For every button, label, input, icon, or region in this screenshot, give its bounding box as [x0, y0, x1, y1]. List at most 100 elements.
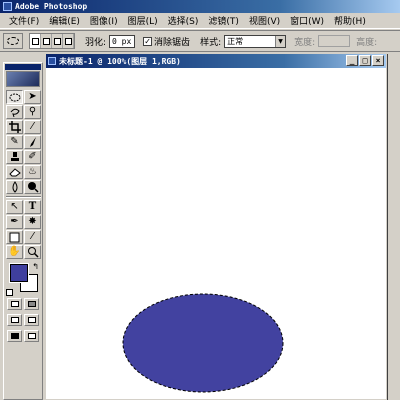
jump-to-imageready-button[interactable]	[24, 330, 39, 342]
type-icon: T	[28, 201, 37, 212]
app-title-bar: Adobe Photoshop	[0, 0, 400, 13]
magic-wand-icon: ⚲	[28, 106, 37, 117]
swap-colors-icon[interactable]: ↰	[32, 262, 39, 271]
zoom-tool[interactable]	[24, 245, 41, 259]
add-selection-icon	[42, 37, 50, 45]
blur-tool[interactable]	[6, 180, 23, 194]
document-window: 未标题-1 @ 100%(图层 1,RGB) _ □ ×	[45, 53, 387, 400]
quick-mask-icon	[27, 301, 36, 307]
custom-shape-tool[interactable]: ✸	[24, 215, 41, 229]
healing-brush-tool[interactable]: ✎	[6, 135, 23, 149]
full-screen-menu-icon	[27, 317, 36, 323]
standard-mode-icon	[10, 301, 19, 307]
default-colors-icon[interactable]	[6, 289, 13, 296]
chevron-down-icon: ▼	[275, 35, 286, 47]
clone-stamp-tool[interactable]	[6, 150, 23, 164]
history-brush-tool[interactable]: ✐	[24, 150, 41, 164]
move-arrow-icon: ➤	[28, 91, 37, 102]
tool-preset-picker[interactable]	[3, 33, 23, 49]
eyedropper-tool[interactable]: ⁄	[24, 230, 41, 244]
menu-help[interactable]: 帮助(H)	[329, 14, 371, 27]
note-icon	[9, 232, 20, 242]
style-select-value: 正常	[227, 36, 244, 46]
eyedropper-icon: ⁄	[31, 231, 34, 242]
brush-tool[interactable]	[24, 135, 41, 149]
menu-select[interactable]: 选择(S)	[163, 14, 204, 27]
pen-tool[interactable]: ✒	[6, 215, 23, 229]
notes-tool[interactable]	[6, 230, 23, 244]
standard-mode-button[interactable]	[7, 298, 22, 310]
menu-image[interactable]: 图像(I)	[85, 14, 123, 27]
antialias-checkbox[interactable]: ✓	[143, 36, 153, 46]
selection-mode-group	[29, 33, 75, 49]
menu-file[interactable]: 文件(F)	[4, 14, 44, 27]
paint-bucket-icon: ♨	[28, 166, 37, 177]
image-canvas[interactable]	[46, 68, 386, 399]
height-label: 高度:	[356, 37, 378, 48]
elliptical-marquee-tool[interactable]	[6, 90, 23, 104]
feather-input[interactable]: 0 px	[109, 34, 136, 48]
slice-knife-icon: ⁄	[31, 121, 34, 132]
standard-screen-button[interactable]	[7, 314, 22, 326]
style-select[interactable]: 正常 ▼	[224, 34, 287, 48]
full-screen-menu-button[interactable]	[24, 314, 39, 326]
style-label: 样式:	[200, 37, 222, 48]
feather-label: 羽化:	[85, 37, 107, 48]
intersect-selection-button[interactable]	[63, 34, 74, 48]
subtract-selection-button[interactable]	[52, 34, 63, 48]
crop-tool[interactable]	[6, 120, 23, 134]
imageready-icon	[27, 333, 36, 339]
add-to-selection-button[interactable]	[41, 34, 52, 48]
quick-mask-button[interactable]	[24, 298, 39, 310]
eraser-tool[interactable]	[6, 165, 23, 179]
hand-tool[interactable]: ✋	[6, 245, 23, 259]
lasso-tool[interactable]	[6, 105, 23, 119]
width-input[interactable]	[318, 35, 351, 47]
subtract-selection-icon	[53, 37, 61, 45]
magnifier-icon	[27, 247, 39, 258]
window-controls: _ □ ×	[346, 55, 384, 66]
new-selection-button[interactable]	[30, 34, 41, 48]
menu-layer[interactable]: 图层(L)	[123, 14, 163, 27]
pen-nib-icon: ✒	[10, 216, 19, 227]
full-screen-icon	[10, 333, 19, 339]
photoshop-app-icon	[3, 2, 12, 11]
options-bar: 羽化: 0 px ✓ 消除锯齿 样式: 正常 ▼ 宽度: 高度:	[0, 30, 400, 52]
paint-bucket-tool[interactable]: ♨	[24, 165, 41, 179]
adobe-logo[interactable]	[6, 71, 40, 87]
color-swatches: ↰	[6, 262, 40, 296]
crop-icon	[8, 121, 21, 133]
elliptical-marquee-icon	[7, 37, 19, 45]
magic-wand-tool[interactable]: ⚲	[24, 105, 41, 119]
document-title: 未标题-1 @ 100%(图层 1,RGB)	[59, 56, 181, 66]
menu-view[interactable]: 视图(V)	[244, 14, 285, 27]
menu-window[interactable]: 窗口(W)	[285, 14, 329, 27]
path-selection-tool[interactable]: ↖	[6, 200, 23, 214]
document-title-bar[interactable]: 未标题-1 @ 100%(图层 1,RGB) _ □ ×	[46, 54, 386, 68]
menu-edit[interactable]: 编辑(E)	[44, 14, 85, 27]
antialias-label: 消除锯齿	[154, 37, 191, 48]
dodge-tool[interactable]	[24, 180, 41, 194]
slice-tool[interactable]: ⁄	[24, 120, 41, 134]
new-selection-icon	[31, 37, 39, 45]
menu-filter[interactable]: 滤镜(T)	[203, 14, 244, 27]
minimize-button[interactable]: _	[346, 55, 358, 66]
full-screen-button[interactable]	[7, 330, 22, 342]
lasso-icon	[10, 108, 20, 117]
type-tool[interactable]: T	[24, 200, 41, 214]
blur-drop-icon	[12, 181, 17, 193]
toolbox-title-bar[interactable]	[5, 64, 41, 70]
foreground-color-swatch[interactable]	[10, 264, 28, 282]
width-label: 宽度:	[294, 37, 316, 48]
canvas-artwork	[122, 293, 284, 393]
close-button[interactable]: ×	[372, 55, 384, 66]
toolbox: ➤ ⚲ ⁄ ✎ ✐ ♨ ↖ T ✒ ✸ ⁄ ✋ ↰	[3, 62, 43, 400]
selected-ellipse[interactable]	[123, 294, 283, 392]
move-tool[interactable]: ➤	[24, 90, 41, 104]
path-arrow-icon: ↖	[10, 201, 19, 212]
maximize-button[interactable]: □	[359, 55, 371, 66]
screen-mode-row	[4, 312, 42, 328]
intersect-selection-icon	[64, 37, 72, 45]
eraser-icon	[8, 168, 21, 177]
toolbox-divider	[6, 196, 41, 198]
